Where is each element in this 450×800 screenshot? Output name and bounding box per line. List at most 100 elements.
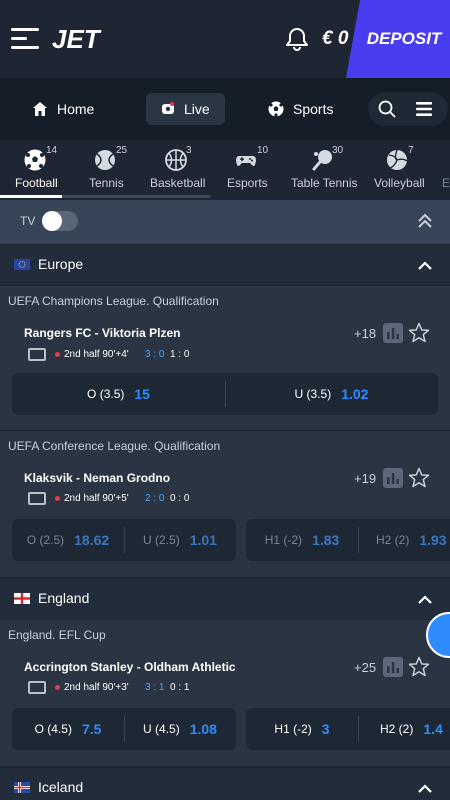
odd-value: 1.01 bbox=[189, 532, 217, 548]
nav-sports[interactable]: Sports bbox=[268, 93, 333, 125]
league-header[interactable]: England. EFL Cup bbox=[0, 620, 450, 650]
odd-under[interactable]: U (2.5) 1.01 bbox=[124, 519, 236, 561]
match-period: 2nd half 90'+4' bbox=[64, 349, 129, 360]
odds-row: O (4.5) 7.5 U (4.5) 1.08 bbox=[12, 708, 236, 750]
odd-label: O (3.5) bbox=[87, 387, 125, 401]
live-dot bbox=[55, 496, 60, 501]
england-flag-icon bbox=[14, 593, 30, 604]
tennis-icon bbox=[95, 150, 115, 170]
score-live: 3 : 1 bbox=[145, 682, 165, 693]
region-england[interactable]: England bbox=[0, 579, 450, 619]
tab-volleyball-count: 7 bbox=[408, 145, 414, 156]
nav-live[interactable]: Live bbox=[146, 93, 225, 125]
odd-over[interactable]: O (3.5) 15 bbox=[12, 373, 225, 415]
deposit-button[interactable]: DEPOSIT bbox=[346, 0, 450, 78]
nav-live-label: Live bbox=[184, 101, 210, 117]
stats-icon[interactable] bbox=[383, 468, 403, 488]
more-markets[interactable]: +19 bbox=[354, 471, 376, 486]
odd-h2[interactable]: H2 (2) 1.93 bbox=[358, 519, 450, 561]
match-teams[interactable]: Rangers FC - Viktoria Plzen bbox=[24, 326, 181, 340]
tab-football-label: Football bbox=[15, 176, 58, 190]
odd-h2[interactable]: H2 (2) 1.4 bbox=[358, 708, 450, 750]
tab-basketball-count: 3 bbox=[186, 145, 192, 156]
odd-under[interactable]: U (4.5) 1.08 bbox=[124, 708, 236, 750]
league-header[interactable]: UEFA Conference League. Qualification bbox=[0, 431, 450, 461]
favorite-star-icon[interactable] bbox=[408, 322, 430, 344]
chevron-up-icon[interactable] bbox=[417, 782, 433, 794]
balance: € 0 bbox=[322, 28, 349, 49]
favorite-star-icon[interactable] bbox=[408, 656, 430, 678]
odds-row: O (3.5) 15 U (3.5) 1.02 bbox=[12, 373, 438, 415]
home-icon bbox=[33, 102, 47, 116]
tab-basketball[interactable]: 3 Basketball bbox=[148, 140, 212, 198]
more-markets[interactable]: +18 bbox=[354, 326, 376, 341]
tab-football[interactable]: 14 Football bbox=[0, 140, 70, 198]
sport-tabs: 14 Football 25 Tennis 3 Basketball 10 Es… bbox=[0, 140, 450, 198]
tab-tennis[interactable]: 25 Tennis bbox=[86, 140, 136, 198]
odd-h1[interactable]: H1 (-2) 1.83 bbox=[246, 519, 358, 561]
odd-value: 1.4 bbox=[423, 721, 443, 737]
top-bar: JET € 0 DEPOSIT bbox=[0, 0, 450, 78]
odd-value: 7.5 bbox=[81, 721, 102, 737]
favorite-star-icon[interactable] bbox=[408, 467, 430, 489]
match-teams[interactable]: Klaksvik - Neman Grodno bbox=[24, 471, 170, 485]
tv-broadcast-icon bbox=[28, 348, 46, 361]
nav-home[interactable]: Home bbox=[32, 93, 94, 125]
tab-table-tennis-count: 30 bbox=[332, 145, 344, 156]
match-teams[interactable]: Accrington Stanley - Oldham Athletic bbox=[24, 660, 236, 674]
bell-icon[interactable] bbox=[282, 24, 312, 54]
match-card[interactable]: Rangers FC - Viktoria Plzen +18 2nd half… bbox=[0, 316, 450, 430]
odd-under[interactable]: U (3.5) 1.02 bbox=[225, 373, 438, 415]
logo[interactable]: JET bbox=[52, 24, 100, 55]
league-name: England. EFL Cup bbox=[8, 628, 106, 642]
collapse-all-icon[interactable] bbox=[417, 212, 433, 230]
odd-value: 15 bbox=[134, 386, 150, 402]
odd-label: H1 (-2) bbox=[274, 722, 312, 736]
live-dot bbox=[55, 685, 60, 690]
menu-icon[interactable] bbox=[11, 28, 39, 50]
score-live: 2 : 0 bbox=[145, 493, 165, 504]
chevron-up-icon[interactable] bbox=[417, 259, 433, 271]
more-markets[interactable]: +25 bbox=[354, 660, 376, 675]
tab-more[interactable]: E bbox=[440, 140, 450, 198]
nav-home-label: Home bbox=[57, 101, 95, 117]
tv-broadcast-icon bbox=[28, 492, 46, 505]
odd-h1[interactable]: H1 (-2) 3 bbox=[246, 708, 358, 750]
odd-over[interactable]: O (2.5) 18.62 bbox=[12, 519, 124, 561]
volleyball-icon bbox=[387, 149, 408, 170]
chevron-up-icon[interactable] bbox=[417, 593, 433, 605]
odd-label: H1 (-2) bbox=[264, 533, 303, 547]
odd-value: 18.62 bbox=[74, 532, 110, 548]
nav-sports-label: Sports bbox=[293, 101, 334, 117]
odd-over[interactable]: O (4.5) 7.5 bbox=[12, 708, 124, 750]
match-period: 2nd half 90'+3' bbox=[64, 682, 129, 693]
eu-flag-icon bbox=[14, 259, 30, 270]
live-icon bbox=[162, 102, 174, 114]
league-name: UEFA Conference League. Qualification bbox=[8, 439, 221, 453]
list-menu-icon[interactable] bbox=[416, 101, 432, 117]
tab-table-tennis-label: Table Tennis bbox=[291, 176, 358, 190]
tab-more-label: E bbox=[442, 176, 450, 190]
score-live: 3 : 0 bbox=[145, 349, 165, 360]
odd-value: 1.93 bbox=[419, 532, 447, 548]
tab-basketball-label: Basketball bbox=[150, 176, 206, 190]
tab-tennis-count: 25 bbox=[116, 145, 128, 156]
tab-esports[interactable]: 10 Esports bbox=[222, 140, 272, 198]
tv-toggle[interactable] bbox=[42, 211, 78, 231]
gamepad-icon bbox=[236, 156, 256, 166]
odd-label: U (4.5) bbox=[143, 722, 180, 736]
tab-esports-label: Esports bbox=[227, 176, 268, 190]
league-header[interactable]: UEFA Champions League. Qualification bbox=[0, 286, 450, 316]
match-card[interactable]: Klaksvik - Neman Grodno +19 2nd half 90'… bbox=[0, 461, 450, 577]
match-card[interactable]: Accrington Stanley - Oldham Athletic +25… bbox=[0, 650, 450, 766]
tab-table-tennis[interactable]: 30 Table Tennis bbox=[288, 140, 358, 198]
stats-icon[interactable] bbox=[383, 323, 403, 343]
region-europe[interactable]: Europe bbox=[0, 245, 450, 285]
region-iceland[interactable]: Iceland bbox=[0, 768, 450, 800]
table-tennis-icon bbox=[312, 150, 332, 171]
tab-esports-count: 10 bbox=[257, 145, 269, 156]
search-icon[interactable] bbox=[378, 100, 396, 118]
tab-active-indicator bbox=[0, 195, 62, 198]
tab-volleyball[interactable]: 7 Volleyball bbox=[372, 140, 428, 198]
stats-icon[interactable] bbox=[383, 657, 403, 677]
